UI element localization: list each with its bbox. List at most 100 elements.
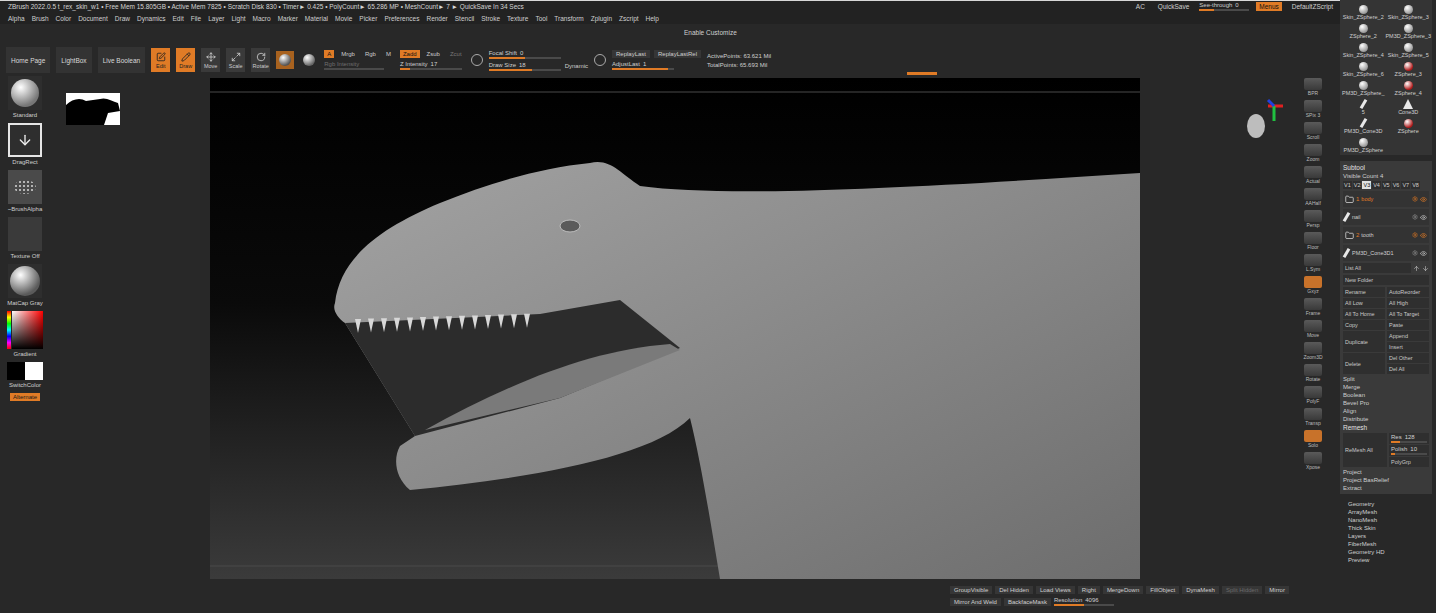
- menu-item[interactable]: Texture: [507, 15, 528, 22]
- color-mode-button[interactable]: M: [383, 50, 394, 58]
- adjust-last-slider[interactable]: AdjustLast1: [612, 61, 674, 70]
- right-shelf-button[interactable]: L.Sym: [1304, 252, 1322, 273]
- menus-button[interactable]: Menus: [1256, 2, 1282, 11]
- eye-icon[interactable]: [1420, 232, 1427, 239]
- bottom-button[interactable]: FillObject: [1146, 586, 1179, 594]
- bottom-button[interactable]: Right: [1078, 586, 1100, 594]
- stroke-mode-icon[interactable]: [471, 54, 483, 66]
- tool-item[interactable]: ZSphere_3: [1385, 59, 1431, 77]
- menu-item[interactable]: Tool: [535, 15, 547, 22]
- right-shelf-button[interactable]: Actual: [1304, 164, 1322, 185]
- menu-item[interactable]: Dynamics: [137, 15, 166, 22]
- subtool-row[interactable]: 1body: [1343, 191, 1429, 207]
- replay-button[interactable]: ReplayLastRel: [654, 50, 701, 58]
- see-through-slider[interactable]: See-through0: [1199, 2, 1249, 11]
- right-shelf-button[interactable]: PolyF: [1304, 384, 1322, 405]
- nav-button[interactable]: Home Page: [6, 47, 50, 73]
- menu-item[interactable]: Document: [78, 15, 108, 22]
- dynamic-toggle[interactable]: Dynamic: [565, 63, 588, 69]
- menu-item[interactable]: Brush: [32, 15, 49, 22]
- subtool-row[interactable]: nail: [1343, 209, 1429, 225]
- right-shelf-button[interactable]: Scroll: [1304, 120, 1322, 141]
- tool-item[interactable]: PM3D_ZSphere: [1341, 135, 1385, 153]
- version-button[interactable]: V3: [1362, 181, 1371, 189]
- action-button[interactable]: Insert: [1387, 342, 1429, 352]
- project-item[interactable]: Project BasRelief: [1343, 477, 1429, 483]
- bottom-button[interactable]: Del Hidden: [995, 586, 1033, 594]
- palette-item[interactable]: FiberMesh: [1344, 540, 1432, 548]
- subpalette-item[interactable]: Boolean: [1343, 392, 1429, 398]
- action-button[interactable]: Del All: [1387, 364, 1429, 374]
- nav-button[interactable]: Live Boolean: [98, 47, 146, 73]
- menu-item[interactable]: Color: [56, 15, 72, 22]
- nav-button[interactable]: LightBox: [56, 47, 91, 73]
- action-button[interactable]: Copy: [1343, 320, 1385, 330]
- menu-item[interactable]: Material: [305, 15, 328, 22]
- gear-icon[interactable]: [1412, 250, 1418, 256]
- move-down-icon[interactable]: [1422, 265, 1429, 272]
- action-button[interactable]: Duplicate: [1343, 331, 1385, 352]
- subpalette-item[interactable]: Distribute: [1343, 416, 1429, 422]
- action-button[interactable]: Append: [1387, 331, 1429, 341]
- shelf-thumb[interactable]: [8, 76, 42, 110]
- right-shelf-button[interactable]: Zoom3D: [1303, 340, 1322, 361]
- switch-color-swatches[interactable]: [7, 362, 43, 380]
- version-button[interactable]: V2: [1353, 181, 1362, 189]
- shelf-thumb[interactable]: [8, 217, 42, 251]
- project-item[interactable]: Extract: [1343, 485, 1429, 491]
- subpalette-item[interactable]: Align: [1343, 408, 1429, 414]
- bottom-button[interactable]: Mirror And Weld: [950, 598, 1001, 606]
- menu-item[interactable]: Zscript: [619, 15, 639, 22]
- color-mode-button[interactable]: A: [324, 50, 334, 58]
- right-shelf-button[interactable]: SPix 3: [1304, 98, 1322, 119]
- navigation-gizmo-icon[interactable]: [1238, 96, 1288, 146]
- rgb-intensity-slider[interactable]: Rgb Intensity: [324, 61, 384, 70]
- shelf-thumb[interactable]: [8, 264, 42, 298]
- palette-item[interactable]: ArrayMesh: [1344, 508, 1432, 516]
- tool-item[interactable]: 5: [1341, 97, 1385, 115]
- menu-item[interactable]: Marker: [278, 15, 298, 22]
- tool-item[interactable]: ZSphere_4: [1385, 78, 1431, 96]
- menu-item[interactable]: Zplugin: [591, 15, 612, 22]
- action-button[interactable]: All To Home: [1343, 309, 1385, 319]
- right-shelf-button[interactable]: Move: [1304, 318, 1322, 339]
- subtool-row[interactable]: 2tooth: [1343, 227, 1429, 243]
- menu-item[interactable]: Picker: [359, 15, 377, 22]
- color-mode-button[interactable]: Rgb: [362, 50, 379, 58]
- ac-button[interactable]: AC: [1133, 2, 1148, 11]
- tool-item[interactable]: Skin_ZSphere_3: [1385, 2, 1431, 20]
- res-slider[interactable]: Res128: [1389, 433, 1429, 444]
- tool-item[interactable]: Skin_ZSphere_2: [1341, 2, 1385, 20]
- palette-item[interactable]: NanoMesh: [1344, 516, 1432, 524]
- right-shelf-button[interactable]: Gxyz: [1304, 274, 1322, 295]
- bottom-button[interactable]: DynaMesh: [1182, 586, 1219, 594]
- tool-item[interactable]: Cone3D: [1385, 97, 1431, 115]
- alternate-button[interactable]: Alternate: [10, 393, 40, 401]
- palette-item[interactable]: Geometry: [1344, 500, 1432, 508]
- z-intensity-slider[interactable]: Z Intensity17: [400, 61, 462, 70]
- menu-item[interactable]: Edit: [173, 15, 184, 22]
- color-mode-button[interactable]: Mrgb: [338, 50, 358, 58]
- palette-item[interactable]: Preview: [1344, 556, 1432, 564]
- action-button[interactable]: Paste: [1387, 320, 1429, 330]
- right-shelf-button[interactable]: BPR: [1304, 76, 1322, 97]
- draw-size-slider[interactable]: Draw Size18: [489, 62, 561, 71]
- document-canvas[interactable]: [210, 78, 1140, 579]
- version-button[interactable]: V8: [1411, 181, 1420, 189]
- dynamic-mode-icon[interactable]: [594, 54, 606, 66]
- right-shelf-button[interactable]: Floor: [1304, 230, 1322, 251]
- gear-icon[interactable]: [1412, 214, 1418, 220]
- polish-slider[interactable]: Polish10: [1389, 445, 1429, 456]
- menu-item[interactable]: Stencil: [455, 15, 475, 22]
- palette-item[interactable]: Thick Skin: [1344, 524, 1432, 532]
- menu-item[interactable]: Alpha: [8, 15, 25, 22]
- menu-item[interactable]: Draw: [115, 15, 130, 22]
- resolution-slider[interactable]: Resolution4096: [1054, 597, 1114, 606]
- enable-customize-button[interactable]: Enable Customize: [684, 29, 737, 36]
- tool-item[interactable]: PM3D_ZSphere_3: [1385, 21, 1431, 39]
- menu-item[interactable]: Render: [426, 15, 447, 22]
- subpalette-item[interactable]: Merge: [1343, 384, 1429, 390]
- mode-button[interactable]: Move: [201, 48, 220, 72]
- color-picker[interactable]: [7, 311, 43, 349]
- action-button[interactable]: All To Target: [1387, 309, 1429, 319]
